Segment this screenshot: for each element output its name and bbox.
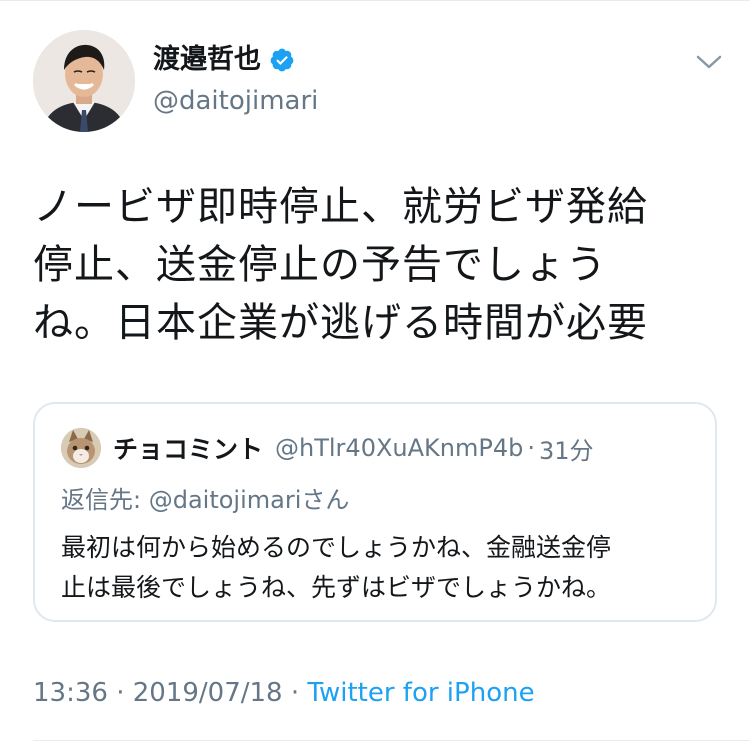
quoted-text-line: 最初は何から始めるのでしょうかね、金融送金停 <box>61 533 612 562</box>
tweet-text: ノービザ即時停止、就労ビザ発給 停止、送金停止の予告でしょう ね。日本企業が逃げ… <box>33 178 723 352</box>
quoted-separator: · <box>527 434 535 462</box>
author-avatar[interactable] <box>33 30 135 132</box>
verified-badge-icon <box>269 47 295 73</box>
quoted-author-handle: @hTlr40XuAKnmP4b <box>275 434 524 462</box>
quoted-tweet-text: 最初は何から始めるのでしょうかね、金融送金停 止は最後でしょうね、先ずはビザでし… <box>61 528 701 608</box>
author-names: 渡邉哲也 @daitojimari <box>153 42 318 120</box>
tweet-metadata: 13:36 · 2019/07/18 · Twitter for iPhone <box>33 673 535 713</box>
author-handle[interactable]: @daitojimari <box>153 82 318 120</box>
quoted-author-display-name: チョコミント <box>113 435 264 464</box>
cat-avatar-icon <box>61 428 101 468</box>
meta-separator: · <box>290 678 300 708</box>
quoted-reply-to: 返信先: @daitojimariさん <box>61 486 350 514</box>
quoted-text-line: 止は最後でしょうね、先ずはビザでしょうかね。 <box>61 573 612 602</box>
tweet-header: 渡邉哲也 @daitojimari <box>33 30 723 135</box>
display-name-row: 渡邉哲也 <box>153 42 318 78</box>
quoted-tweet-card[interactable]: チョコミント @hTlr40XuAKnmP4b · 31分 返信先: @dait… <box>33 402 717 622</box>
author-display-name[interactable]: 渡邉哲也 <box>153 42 261 78</box>
tweet-text-line: 停止、送金停止の予告でしょう <box>33 242 607 288</box>
tweet-date: 2019/07/18 <box>132 678 283 708</box>
quoted-tweet-header: チョコミント @hTlr40XuAKnmP4b · 31分 <box>61 428 594 468</box>
chevron-down-icon[interactable] <box>695 52 723 72</box>
quoted-author-avatar <box>61 428 101 468</box>
tweet-source-link[interactable]: Twitter for iPhone <box>307 678 534 708</box>
author-avatar-image <box>33 30 135 132</box>
quoted-timestamp: 31分 <box>538 436 594 465</box>
tweet-text-line: ノービザ即時停止、就労ビザ発給 <box>33 184 648 230</box>
bottom-divider <box>33 740 750 741</box>
tweet-time: 13:36 <box>33 678 108 708</box>
top-divider <box>0 0 750 1</box>
tweet-text-line: ね。日本企業が逃げる時間が必要 <box>33 300 648 346</box>
meta-separator: · <box>116 678 125 708</box>
